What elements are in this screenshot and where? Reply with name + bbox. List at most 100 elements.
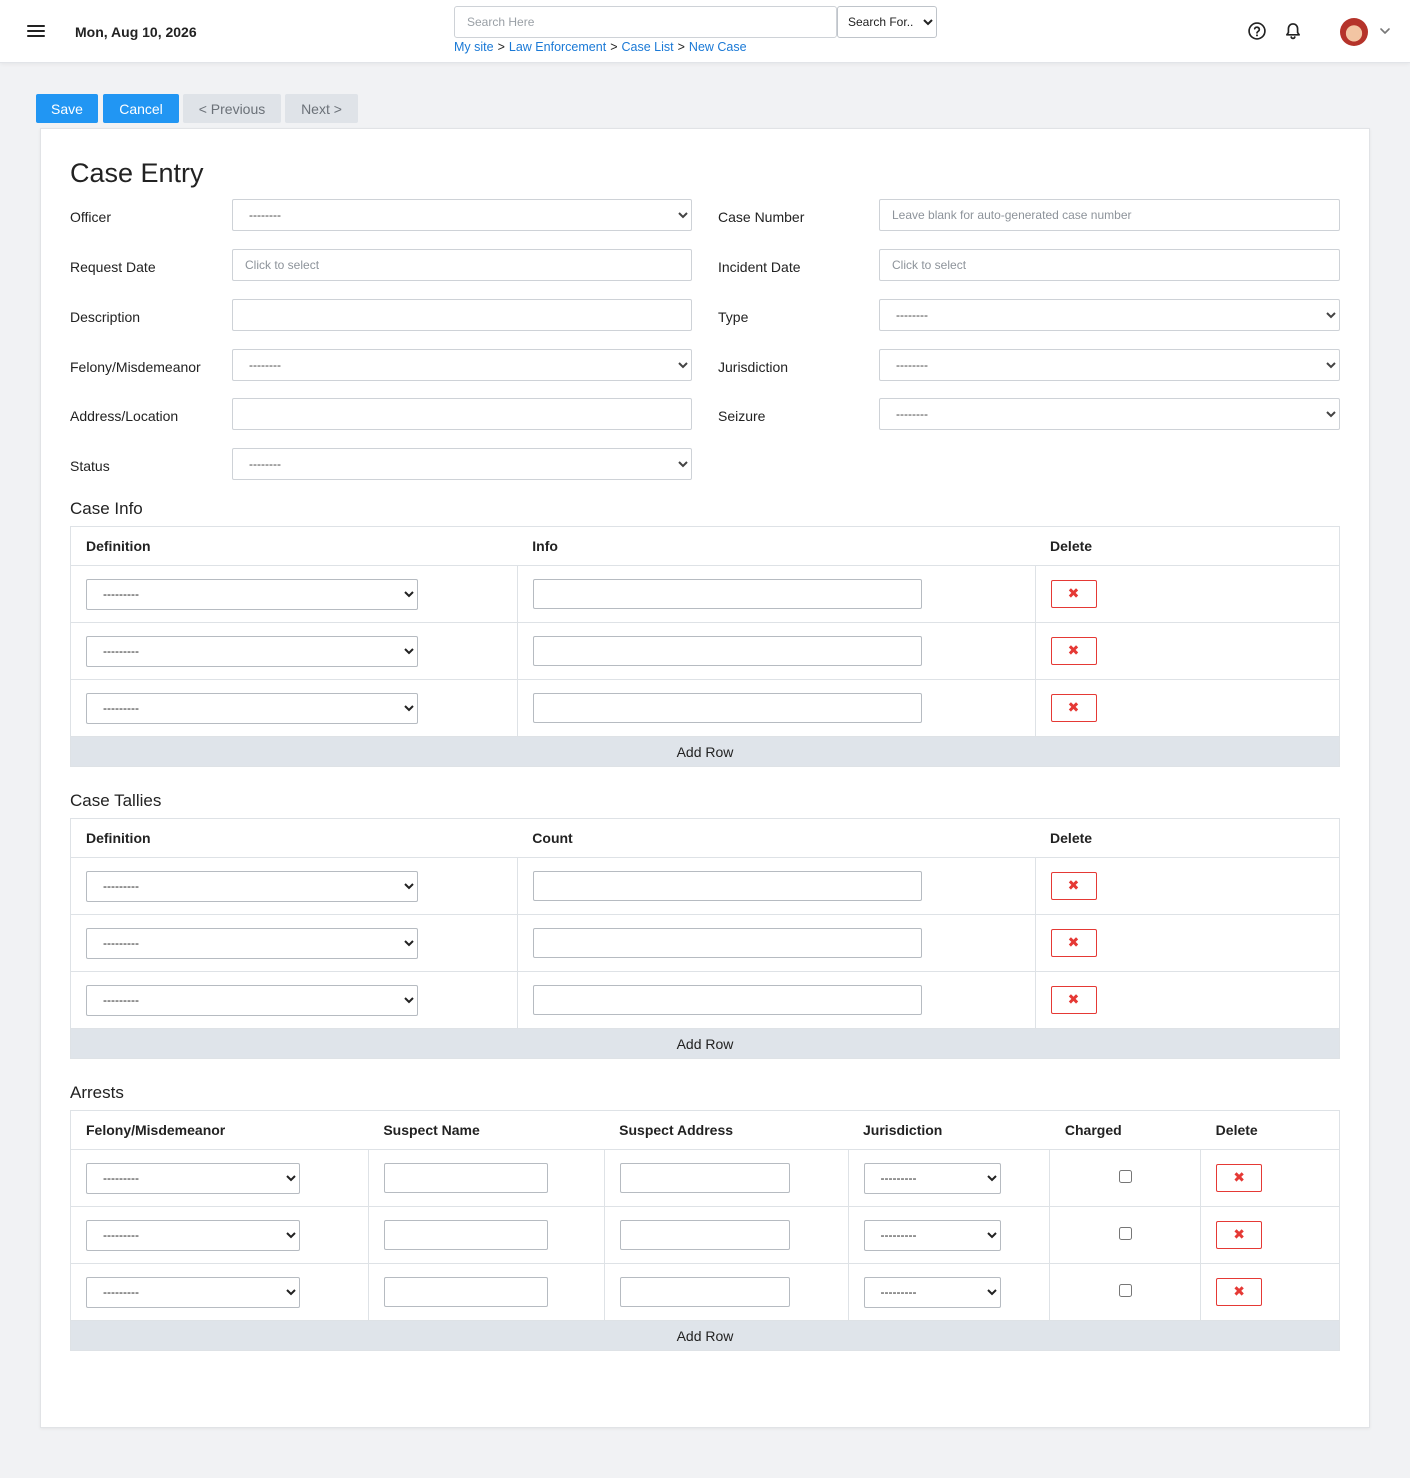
column-header-suspect-name: Suspect Name (368, 1110, 605, 1150)
incident-date-input[interactable] (879, 249, 1340, 281)
column-header-delete: Delete (1035, 818, 1340, 858)
case-number-input[interactable] (879, 199, 1340, 231)
suspect-address-input[interactable] (619, 1277, 790, 1307)
address-location-input[interactable] (232, 398, 692, 430)
count-input[interactable] (532, 871, 922, 901)
save-button[interactable]: Save (36, 94, 98, 123)
next-button[interactable]: Next > (285, 94, 358, 123)
delete-row-button[interactable]: ✖ (1216, 1278, 1263, 1306)
global-search-input[interactable] (454, 6, 837, 38)
table-row: --------- ✖ (70, 914, 1340, 972)
felony-misdemeanor-select[interactable]: --------- (86, 1162, 300, 1194)
table-row: --------- ✖ (70, 857, 1340, 915)
seizure-select[interactable]: -------- (879, 398, 1340, 430)
suspect-name-input[interactable] (383, 1277, 548, 1307)
breadcrumb-separator: > (677, 40, 685, 54)
address-location-label: Address/Location (70, 408, 179, 424)
table-row: --------- --------- ✖ (70, 1206, 1340, 1264)
charged-checkbox[interactable] (1118, 1170, 1132, 1183)
jurisdiction-select[interactable]: --------- (863, 1276, 1001, 1308)
suspect-address-input[interactable] (619, 1163, 790, 1193)
breadcrumb-new-case[interactable]: New Case (689, 40, 747, 54)
table-row: --------- ✖ (70, 679, 1340, 737)
charged-checkbox[interactable] (1118, 1284, 1132, 1297)
request-date-input[interactable] (232, 249, 692, 281)
suspect-name-input[interactable] (383, 1220, 548, 1250)
current-date: Mon, Aug 10, 2026 (75, 24, 197, 40)
add-row-button[interactable]: Add Row (70, 1028, 1340, 1059)
column-header-charged: Charged (1049, 1110, 1201, 1150)
column-header-delete: Delete (1200, 1110, 1340, 1150)
info-input[interactable] (532, 693, 922, 723)
column-header-count: Count (517, 818, 1036, 858)
jurisdiction-select[interactable]: --------- (863, 1219, 1001, 1251)
officer-label: Officer (70, 209, 111, 225)
info-input[interactable] (532, 579, 922, 609)
delete-row-button[interactable]: ✖ (1050, 986, 1097, 1014)
notifications-bell-icon[interactable] (1283, 21, 1303, 41)
incident-date-label: Incident Date (718, 259, 801, 275)
count-input[interactable] (532, 928, 922, 958)
arrests-title: Arrests (70, 1083, 124, 1102)
column-header-definition: Definition (70, 818, 518, 858)
description-input[interactable] (232, 299, 692, 331)
felony-misdemeanor-select[interactable]: -------- (232, 349, 692, 381)
delete-row-button[interactable]: ✖ (1050, 637, 1097, 665)
table-row: --------- --------- ✖ (70, 1149, 1340, 1207)
definition-select[interactable]: --------- (86, 692, 418, 724)
case-tallies-title: Case Tallies (70, 791, 162, 810)
definition-select[interactable]: --------- (86, 870, 418, 902)
breadcrumb-law-enforcement[interactable]: Law Enforcement (509, 40, 606, 54)
add-row-button[interactable]: Add Row (70, 1320, 1340, 1351)
column-header-definition: Definition (70, 526, 518, 566)
case-info-title: Case Info (70, 499, 143, 518)
previous-button[interactable]: < Previous (183, 94, 281, 123)
breadcrumb-separator: > (497, 40, 505, 54)
seizure-label: Seizure (718, 408, 766, 424)
add-row-button[interactable]: Add Row (70, 736, 1340, 767)
chevron-down-icon[interactable] (1378, 24, 1392, 38)
case-tallies-table: Definition Count Delete --------- ✖ ----… (70, 818, 1340, 1059)
table-row: --------- ✖ (70, 971, 1340, 1029)
count-input[interactable] (532, 985, 922, 1015)
column-header-info: Info (517, 526, 1036, 566)
delete-row-button[interactable]: ✖ (1050, 872, 1097, 900)
column-header-suspect-address: Suspect Address (604, 1110, 849, 1150)
type-label: Type (718, 309, 749, 325)
breadcrumb-my-site[interactable]: My site (454, 40, 494, 54)
breadcrumb: My site > Law Enforcement > Case List > New Ca… (454, 40, 747, 54)
breadcrumb-case-list[interactable]: Case List (622, 40, 674, 54)
delete-row-button[interactable]: ✖ (1050, 929, 1097, 957)
jurisdiction-select[interactable]: -------- (879, 349, 1340, 381)
status-label: Status (70, 458, 110, 474)
info-input[interactable] (532, 636, 922, 666)
definition-select[interactable]: --------- (86, 635, 418, 667)
delete-row-button[interactable]: ✖ (1050, 580, 1097, 608)
definition-select[interactable]: --------- (86, 578, 418, 610)
delete-row-button[interactable]: ✖ (1216, 1221, 1263, 1249)
status-select[interactable]: -------- (232, 448, 692, 480)
cancel-button[interactable]: Cancel (103, 94, 179, 123)
column-header-felony-misdemeanor: Felony/Misdemeanor (70, 1110, 369, 1150)
request-date-label: Request Date (70, 259, 156, 275)
suspect-name-input[interactable] (383, 1163, 548, 1193)
definition-select[interactable]: --------- (86, 984, 418, 1016)
breadcrumb-separator: > (610, 40, 618, 54)
search-for-select[interactable]: Search For... (837, 6, 937, 38)
description-label: Description (70, 309, 141, 325)
delete-row-button[interactable]: ✖ (1050, 694, 1097, 722)
type-select[interactable]: -------- (879, 299, 1340, 331)
top-bar: Mon, Aug 10, 2026 Search For... My site>… (0, 0, 1410, 63)
column-header-jurisdiction: Jurisdiction (848, 1110, 1050, 1150)
felony-misdemeanor-select[interactable]: --------- (86, 1219, 300, 1251)
charged-checkbox[interactable] (1118, 1227, 1132, 1240)
definition-select[interactable]: --------- (86, 927, 418, 959)
suspect-address-input[interactable] (619, 1220, 790, 1250)
jurisdiction-select[interactable]: --------- (863, 1162, 1001, 1194)
felony-misdemeanor-select[interactable]: --------- (86, 1276, 300, 1308)
delete-row-button[interactable]: ✖ (1216, 1164, 1263, 1192)
help-icon[interactable] (1247, 21, 1267, 41)
hamburger-menu-icon[interactable] (26, 22, 46, 40)
officer-select[interactable]: -------- (232, 199, 692, 231)
user-avatar[interactable] (1340, 18, 1368, 46)
